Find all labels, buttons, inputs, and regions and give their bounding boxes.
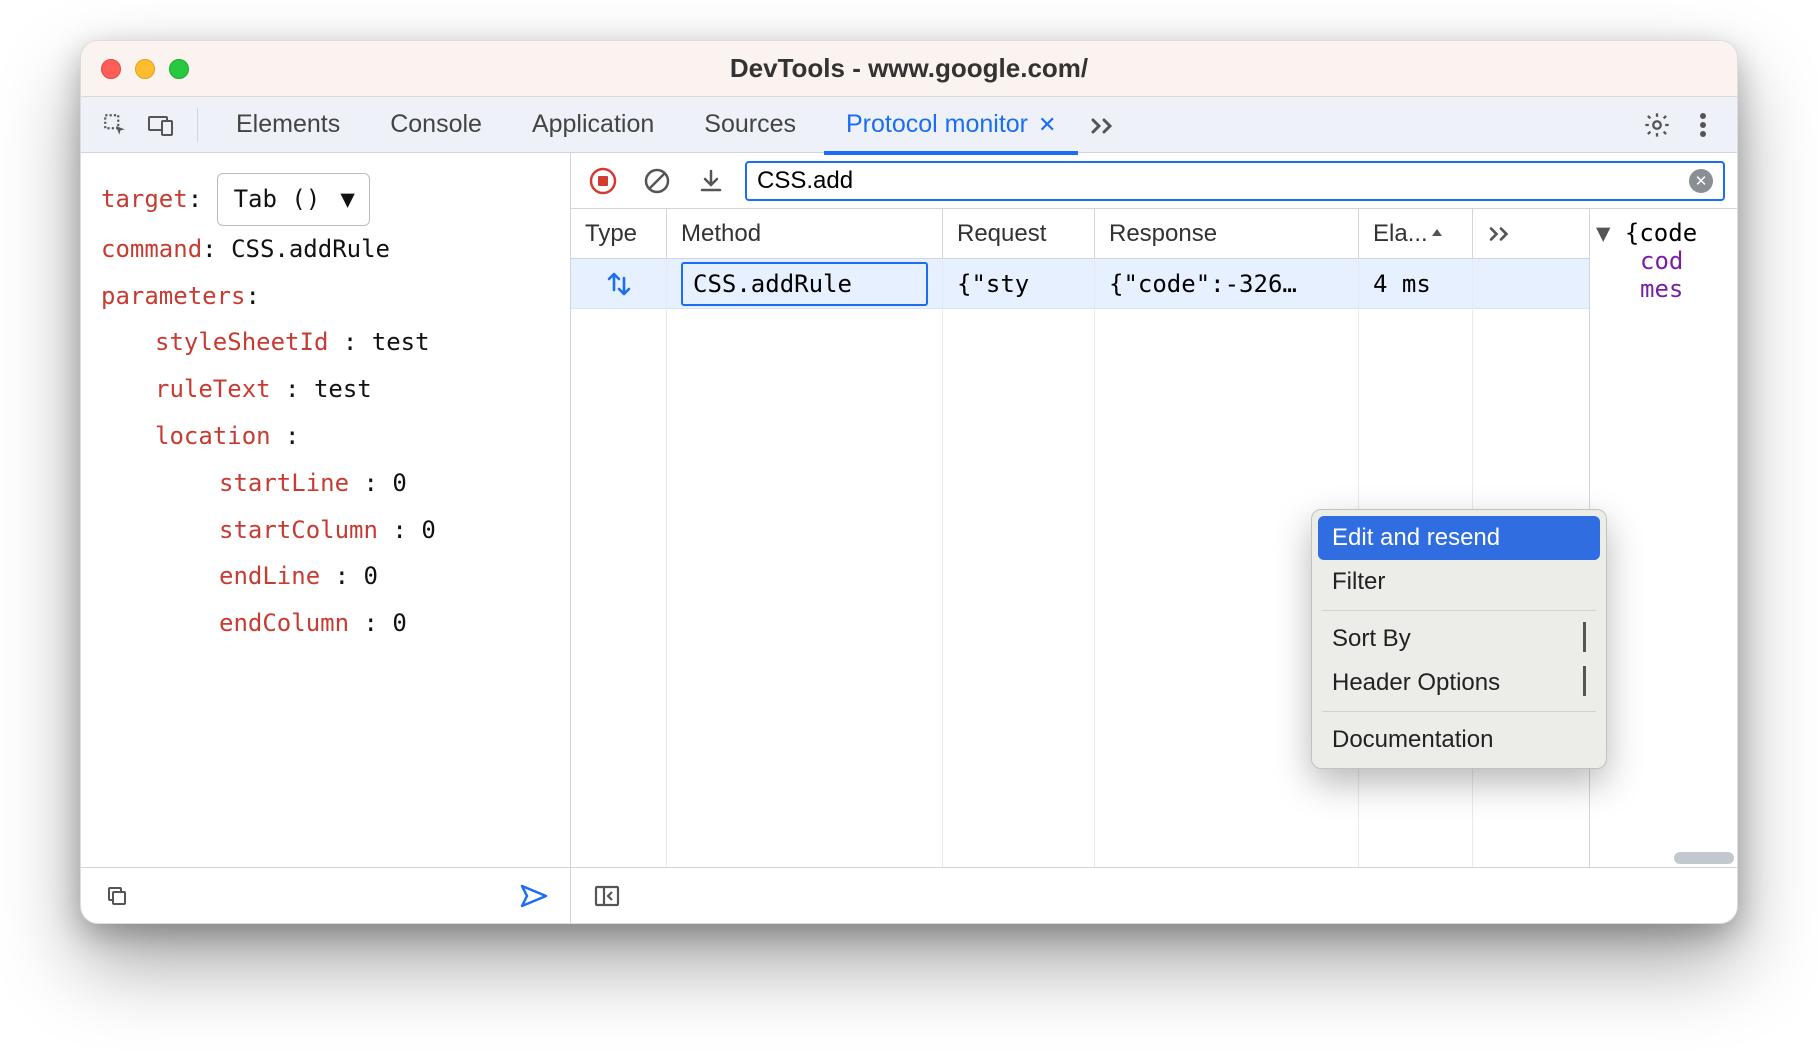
sort-asc-icon — [1430, 227, 1444, 241]
close-window-button[interactable] — [101, 59, 121, 79]
details-pane[interactable]: ▼ {code cod mes — [1589, 209, 1737, 867]
menu-edit-resend[interactable]: Edit and resend — [1318, 516, 1600, 560]
row-response: {"code":-326… — [1095, 259, 1359, 308]
row-request: {"sty — [943, 259, 1095, 308]
param-key: styleSheetId — [155, 328, 328, 356]
tab-console[interactable]: Console — [368, 97, 504, 153]
row-method: CSS.addRule — [667, 259, 943, 308]
param-value: 0 — [364, 562, 378, 590]
param-value: test — [314, 375, 372, 403]
copy-icon[interactable] — [97, 876, 137, 916]
send-command-button[interactable] — [514, 876, 554, 916]
log-row[interactable]: CSS.addRule {"sty {"code":-326… 4 ms — [571, 259, 1589, 309]
download-icon[interactable] — [691, 161, 731, 201]
param-value: test — [372, 328, 430, 356]
chevron-right-icon — [1583, 625, 1586, 653]
more-tabs-icon[interactable] — [1084, 105, 1124, 145]
tab-sources[interactable]: Sources — [682, 97, 818, 153]
device-toolbar-icon[interactable] — [141, 105, 181, 145]
param-value: 0 — [392, 609, 406, 637]
settings-icon[interactable] — [1637, 105, 1677, 145]
chevron-down-icon: ▼ — [340, 176, 354, 223]
menu-sort-by[interactable]: Sort By — [1318, 617, 1600, 661]
param-key: startColumn — [219, 516, 378, 544]
tab-elements[interactable]: Elements — [214, 97, 362, 153]
clear-log-icon[interactable] — [637, 161, 677, 201]
close-tab-icon[interactable]: ✕ — [1038, 112, 1056, 138]
command-editor[interactable]: target: Tab () ▼ command: CSS.addRule pa… — [81, 153, 570, 867]
param-key: endColumn — [219, 609, 349, 637]
devtools-toolbar: Elements Console Application Sources Pro… — [81, 97, 1737, 153]
record-button[interactable] — [583, 161, 623, 201]
row-type-icon — [571, 259, 667, 308]
menu-header-options[interactable]: Header Options — [1318, 661, 1600, 705]
inspect-element-icon[interactable] — [95, 105, 135, 145]
grid-header: Type Method Request Response Ela... — [571, 209, 1589, 259]
param-value: 0 — [392, 469, 406, 497]
details-key: cod — [1640, 247, 1683, 275]
tab-protocol-monitor[interactable]: Protocol monitor ✕ — [824, 99, 1078, 155]
param-key: ruleText — [155, 375, 271, 403]
protocol-log-pane: ✕ Type Method Request Response Ela... — [571, 153, 1737, 923]
minimize-window-button[interactable] — [135, 59, 155, 79]
window-title: DevTools - www.google.com/ — [81, 53, 1737, 84]
window-controls — [101, 59, 189, 79]
kebab-menu-icon[interactable] — [1683, 105, 1723, 145]
more-columns-icon[interactable] — [1473, 209, 1589, 258]
log-toolbar: ✕ — [571, 153, 1737, 209]
details-key: mes — [1640, 275, 1683, 303]
param-key: startLine — [219, 469, 349, 497]
tab-label: Application — [532, 110, 654, 139]
col-header-elapsed[interactable]: Ela... — [1359, 209, 1473, 258]
command-key: command — [101, 235, 202, 263]
toggle-sidebar-icon[interactable] — [587, 876, 627, 916]
command-editor-pane: target: Tab () ▼ command: CSS.addRule pa… — [81, 153, 571, 923]
menu-separator — [1322, 711, 1596, 712]
col-header-method[interactable]: Method — [667, 209, 943, 258]
filter-input-wrapper: ✕ — [745, 161, 1725, 201]
tab-label: Console — [390, 110, 482, 139]
context-menu: Edit and resend Filter Sort By Header Op… — [1311, 509, 1607, 769]
target-value: Tab () — [234, 176, 321, 223]
chevron-right-icon — [1583, 669, 1586, 697]
clear-filter-icon[interactable]: ✕ — [1689, 169, 1713, 193]
param-key: endLine — [219, 562, 320, 590]
log-footer — [571, 867, 1737, 923]
caret-down-icon[interactable]: ▼ — [1596, 219, 1625, 247]
param-key: location — [155, 422, 271, 450]
devtools-window: DevTools - www.google.com/ Elements Cons… — [80, 40, 1738, 924]
menu-documentation[interactable]: Documentation — [1318, 718, 1600, 762]
separator — [197, 108, 198, 142]
tab-label: Elements — [236, 110, 340, 139]
menu-separator — [1322, 610, 1596, 611]
target-select[interactable]: Tab () ▼ — [217, 173, 370, 226]
row-elapsed: 4 ms — [1359, 259, 1473, 308]
zoom-window-button[interactable] — [169, 59, 189, 79]
editor-footer — [81, 867, 570, 923]
tab-label: Protocol monitor — [846, 110, 1028, 139]
tab-label: Sources — [704, 110, 796, 139]
param-value: 0 — [421, 516, 435, 544]
target-key: target — [101, 185, 188, 213]
filter-input[interactable] — [757, 167, 1679, 195]
horizontal-scrollbar[interactable] — [1674, 852, 1734, 864]
col-header-response[interactable]: Response — [1095, 209, 1359, 258]
parameters-key: parameters — [101, 282, 246, 310]
tab-application[interactable]: Application — [510, 97, 676, 153]
details-root: {code — [1625, 219, 1697, 247]
menu-filter[interactable]: Filter — [1318, 560, 1600, 604]
titlebar: DevTools - www.google.com/ — [81, 41, 1737, 97]
command-value: CSS.addRule — [231, 235, 390, 263]
col-header-type[interactable]: Type — [571, 209, 667, 258]
col-header-request[interactable]: Request — [943, 209, 1095, 258]
